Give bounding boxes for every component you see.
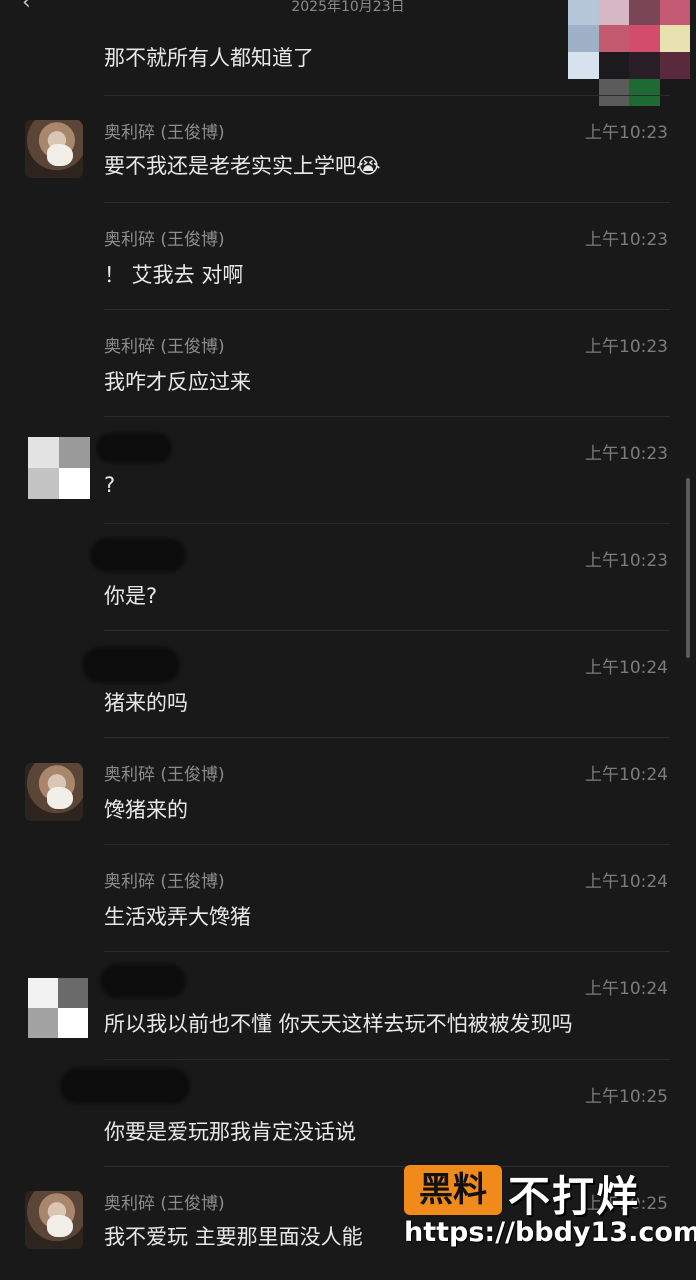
message-text: 你是? — [104, 584, 158, 608]
redacted-name — [82, 647, 180, 683]
redacted-name — [60, 1068, 190, 1104]
redacted-name — [90, 538, 186, 572]
chat-message[interactable]: 奥利碎 (王俊博) 上午10:23 ！ 艾我去 对啊 — [0, 203, 696, 310]
sender-name: 奥利碎 (王俊博) — [104, 123, 225, 143]
message-time: 上午10:24 — [585, 979, 668, 999]
avatar[interactable] — [28, 978, 88, 1038]
chat-message[interactable]: 上午10:24 所以我以前也不懂 你天天这样去玩不怕被被发现吗 — [0, 952, 696, 1060]
avatar[interactable] — [25, 1191, 83, 1249]
message-text: 那不就所有人都知道了 — [104, 46, 314, 70]
message-time: 上午10:23 — [585, 551, 668, 571]
sender-name: 奥利碎 (王俊博) — [104, 765, 225, 785]
chat-message[interactable]: 奥利碎 (王俊博) 上午10:24 馋猪来的 — [0, 738, 696, 845]
chat-message[interactable]: 奥利碎 (王俊博) 上午10:23 我咋才反应过来 — [0, 310, 696, 417]
watermark: 黑料 不打烊 https://bbdy13.com — [404, 1165, 696, 1273]
avatar[interactable] — [25, 120, 83, 178]
chat-message[interactable]: 奥利碎 (王俊博) 上午10:23 要不我还是老老实实上学吧😭 — [0, 96, 696, 203]
scrollbar[interactable] — [686, 478, 690, 658]
message-time: 上午10:23 — [585, 230, 668, 250]
message-text: 你要是爱玩那我肯定没话说 — [104, 1120, 356, 1144]
message-time: 上午10:24 — [585, 658, 668, 678]
message-text: 要不我还是老老实实上学吧😭 — [104, 154, 381, 178]
message-time: 上午10:23 — [585, 337, 668, 357]
chat-message[interactable]: 那不就所有人都知道了 — [0, 0, 696, 96]
message-time: 上午10:24 — [585, 765, 668, 785]
watermark-badge: 黑料 — [404, 1165, 502, 1215]
message-text: ！ 艾我去 对啊 — [104, 263, 244, 287]
message-text: 我咋才反应过来 — [104, 370, 251, 394]
avatar[interactable] — [25, 763, 83, 821]
watermark-url: https://bbdy13.com — [404, 1217, 696, 1248]
message-text: 生活戏弄大馋猪 — [104, 905, 251, 929]
sender-name: 奥利碎 (王俊博) — [104, 1194, 225, 1214]
redacted-name — [96, 433, 172, 463]
message-time: 上午10:23 — [585, 444, 668, 464]
message-time: 上午10:25 — [585, 1087, 668, 1107]
chat-message[interactable]: 上午10:23 你是? — [0, 524, 696, 631]
message-text: 馋猪来的 — [104, 798, 188, 822]
sender-name: 奥利碎 (王俊博) — [104, 872, 225, 892]
message-time: 上午10:24 — [585, 872, 668, 892]
message-text: 猪来的吗 — [104, 691, 188, 715]
avatar[interactable] — [28, 437, 90, 499]
sender-name: 奥利碎 (王俊博) — [104, 337, 225, 357]
chat-message[interactable]: 奥利碎 (王俊博) 上午10:24 生活戏弄大馋猪 — [0, 845, 696, 952]
chat-message[interactable]: 上午10:23 ? — [0, 417, 696, 524]
sender-name: 奥利碎 (王俊博) — [104, 230, 225, 250]
redacted-name — [100, 964, 186, 998]
watermark-title: 不打烊 — [508, 1172, 641, 1221]
message-text: 我不爱玩 主要那里面没人能 — [104, 1225, 363, 1249]
message-time: 上午10:23 — [585, 123, 668, 143]
chat-message[interactable]: 上午10:24 猪来的吗 — [0, 631, 696, 738]
message-text: ? — [104, 473, 116, 497]
message-text: 所以我以前也不懂 你天天这样去玩不怕被被发现吗 — [104, 1012, 573, 1036]
chat-message[interactable]: 上午10:25 你要是爱玩那我肯定没话说 — [0, 1060, 696, 1167]
